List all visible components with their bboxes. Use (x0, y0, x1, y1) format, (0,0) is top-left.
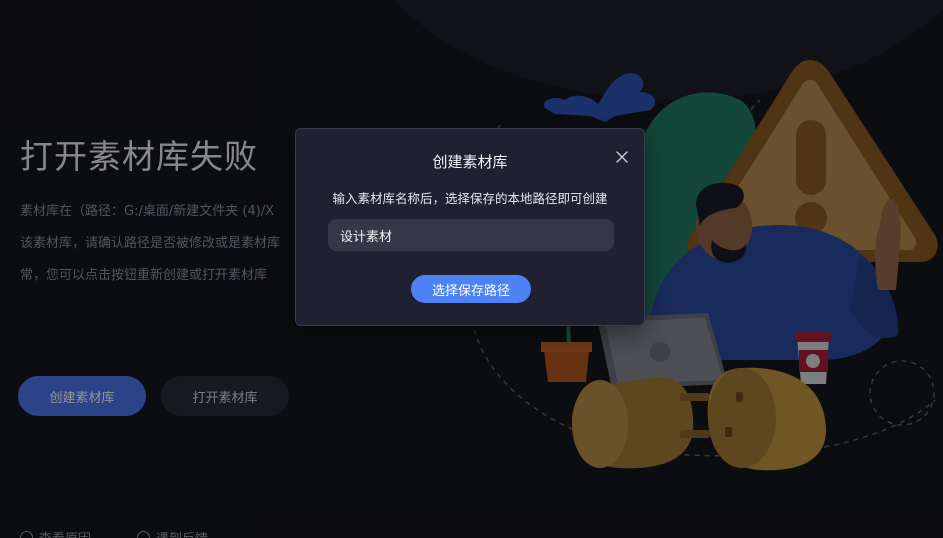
create-library-dialog: 创建素材库 输入素材库名称后，选择保存的本地路径即可创建 选择保存路径 (295, 128, 645, 326)
dialog-subtitle: 输入素材库名称后，选择保存的本地路径即可创建 (332, 191, 608, 206)
library-name-input[interactable] (328, 219, 614, 251)
app-window: 打开素材库失败 素材库在（路径：G:/桌面/新建文件夹 (4)/X 该素材库，请… (0, 0, 943, 538)
dialog-title: 创建素材库 (432, 153, 508, 171)
choose-save-path-button[interactable]: 选择保存路径 (411, 275, 531, 303)
close-icon[interactable] (614, 149, 630, 165)
